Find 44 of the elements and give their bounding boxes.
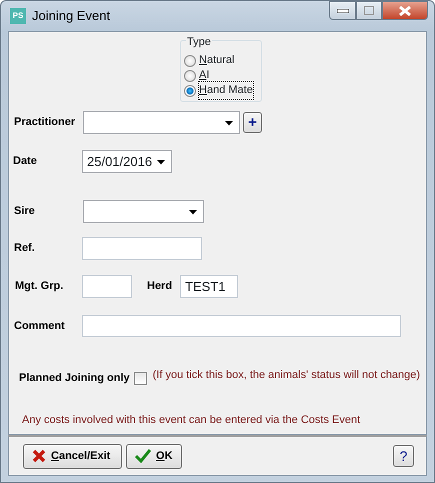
radio-label: AI	[199, 68, 210, 84]
cancel-button[interactable]: Cancel/Exit	[23, 444, 122, 468]
ok-button[interactable]: OK	[126, 444, 182, 468]
hint-text: (If you tick this box, the animals' status will not change)	[152, 368, 420, 383]
dropdown-arrow-icon	[225, 121, 233, 126]
date-dropdown[interactable]: 25/01/2016	[82, 150, 172, 173]
minimize-icon	[336, 8, 348, 12]
add-button[interactable]: +	[243, 112, 262, 133]
mgt-grp-field[interactable]	[82, 275, 132, 298]
minimize-button[interactable]	[329, 1, 356, 20]
checkbox[interactable]	[134, 372, 147, 385]
radio-button[interactable]	[184, 84, 196, 96]
field-label: Mgt. Grp.	[15, 279, 64, 294]
field-label: Sire	[14, 204, 36, 220]
herd-value: TEST1	[185, 278, 226, 296]
ref-field[interactable]	[82, 237, 202, 260]
cross-icon	[32, 449, 46, 463]
close-icon	[399, 6, 411, 16]
field-label: Date	[13, 154, 38, 170]
close-button[interactable]	[382, 1, 428, 20]
field-label: Comment	[14, 318, 66, 334]
checkmark-icon	[135, 449, 151, 463]
field-label: Herd	[147, 279, 172, 294]
comment-field[interactable]	[82, 315, 401, 337]
help-button[interactable]: ?	[393, 445, 414, 467]
radio-button[interactable]	[184, 70, 196, 82]
field-label: Ref.	[14, 241, 36, 256]
date-value: 25/01/2016	[87, 152, 152, 171]
sire-dropdown[interactable]	[83, 200, 204, 223]
radio-label: Hand Mate	[199, 82, 253, 99]
field-label: Practitioner	[14, 115, 76, 130]
maximize-button[interactable]	[356, 1, 382, 20]
window-title: Joining Event	[32, 7, 110, 26]
group-label: Type	[186, 34, 212, 50]
maximize-icon	[364, 6, 374, 15]
dropdown-arrow-icon	[189, 210, 197, 215]
app-icon: PS	[10, 8, 26, 24]
practitioner-dropdown[interactable]	[83, 111, 240, 134]
herd-field[interactable]: TEST1	[180, 275, 238, 298]
radio-button[interactable]	[184, 54, 196, 66]
info-text: Any costs involved with this event can be entered via the Costs Event	[22, 413, 360, 428]
radio-label: Natural	[199, 53, 234, 68]
dropdown-arrow-icon	[157, 160, 165, 165]
field-label: Planned Joining only	[19, 371, 130, 386]
